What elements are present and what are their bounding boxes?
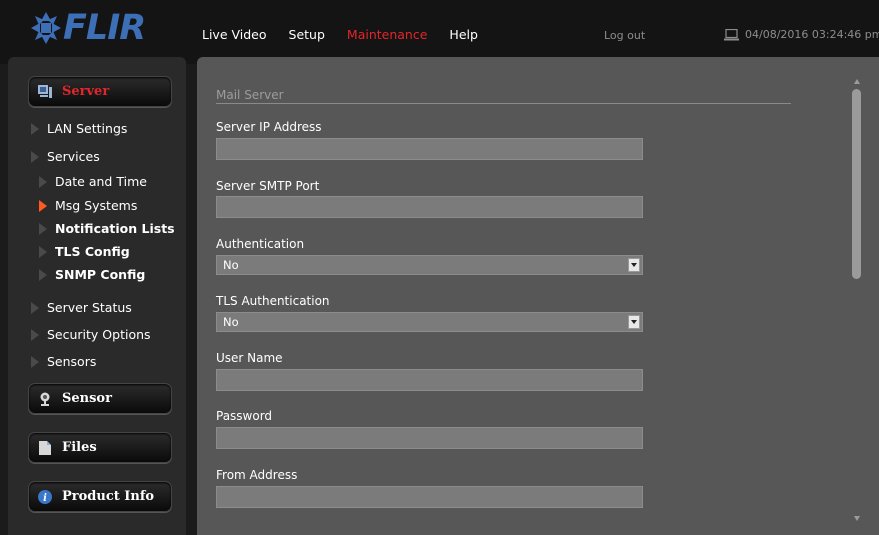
expand-arrow-icon bbox=[31, 301, 39, 314]
nav-setup[interactable]: Setup bbox=[289, 27, 325, 42]
top-nav: Live Video Setup Maintenance Help bbox=[202, 27, 500, 42]
sidebar-item-label: TLS Config bbox=[55, 244, 130, 259]
smtp-port-input[interactable] bbox=[216, 196, 643, 218]
sidebar-item-label: Security Options bbox=[47, 327, 151, 342]
sensor-button[interactable]: Sensor bbox=[28, 383, 172, 414]
expand-arrow-icon bbox=[31, 328, 39, 341]
password-input[interactable] bbox=[216, 427, 643, 449]
sidebar-item-label: Services bbox=[47, 149, 100, 164]
logout-link[interactable]: Log out bbox=[604, 29, 645, 42]
expand-arrow-icon bbox=[31, 122, 39, 135]
from-address-label: From Address bbox=[216, 468, 298, 482]
sidebar-item-label: SNMP Config bbox=[55, 267, 146, 282]
expand-arrow-icon bbox=[39, 245, 47, 258]
dropdown-arrow-icon[interactable] bbox=[628, 315, 640, 329]
server-button[interactable]: Server bbox=[28, 76, 172, 107]
sidebar-item-tls-config[interactable]: TLS Config bbox=[39, 244, 130, 259]
logo-text: FLIR bbox=[63, 8, 146, 48]
sidebar-item-notification-lists[interactable]: Notification Lists bbox=[39, 221, 175, 236]
scroll-down-arrow-icon[interactable] bbox=[854, 516, 860, 521]
sidebar-item-msg-systems[interactable]: Msg Systems bbox=[39, 198, 137, 213]
sensor-label: Sensor bbox=[62, 391, 112, 406]
tls-auth-select[interactable]: No bbox=[216, 312, 643, 332]
sidebar-item-label: Msg Systems bbox=[55, 198, 138, 213]
sidebar-item-snmp-config[interactable]: SNMP Config bbox=[39, 267, 145, 282]
expand-arrow-icon bbox=[31, 150, 39, 163]
files-button[interactable]: Files bbox=[28, 432, 172, 463]
username-input[interactable] bbox=[216, 369, 643, 391]
sidebar-item-label: Date and Time bbox=[55, 174, 147, 189]
tls-auth-label: TLS Authentication bbox=[216, 294, 330, 308]
sidebar-item-label: Server Status bbox=[47, 300, 132, 315]
main-panel: Mail Server Server IP Address Server SMT… bbox=[197, 57, 879, 535]
product-info-button[interactable]: i Product Info bbox=[28, 481, 172, 512]
scroll-thumb[interactable] bbox=[852, 89, 861, 279]
sidebar: Server LAN Settings Services Date and Ti… bbox=[8, 57, 186, 535]
expand-arrow-icon bbox=[39, 175, 47, 188]
from-address-input[interactable] bbox=[216, 486, 643, 508]
server-ip-input[interactable] bbox=[216, 138, 643, 160]
password-label: Password bbox=[216, 409, 273, 423]
sidebar-item-sensors[interactable]: Sensors bbox=[31, 354, 96, 369]
sidebar-item-security-options[interactable]: Security Options bbox=[31, 327, 151, 342]
sidebar-item-label: Notification Lists bbox=[55, 221, 175, 236]
smtp-port-label: Server SMTP Port bbox=[216, 179, 320, 193]
files-label: Files bbox=[62, 440, 97, 455]
laptop-icon bbox=[724, 28, 739, 40]
flir-logo-mark-icon bbox=[31, 12, 61, 44]
username-label: User Name bbox=[216, 351, 283, 365]
authentication-value: No bbox=[223, 258, 239, 272]
sidebar-item-services[interactable]: Services bbox=[31, 149, 100, 164]
section-divider bbox=[216, 103, 791, 104]
sidebar-item-lan-settings[interactable]: LAN Settings bbox=[31, 121, 127, 136]
flir-logo: FLIR bbox=[30, 8, 146, 48]
selected-arrow-icon bbox=[39, 199, 47, 212]
server-label: Server bbox=[62, 84, 110, 99]
sidebar-item-server-status[interactable]: Server Status bbox=[31, 300, 132, 315]
server-ip-label: Server IP Address bbox=[216, 120, 322, 134]
expand-arrow-icon bbox=[31, 355, 39, 368]
dropdown-arrow-icon[interactable] bbox=[628, 258, 640, 272]
nav-maintenance[interactable]: Maintenance bbox=[347, 27, 428, 42]
authentication-select[interactable]: No bbox=[216, 255, 643, 275]
authentication-label: Authentication bbox=[216, 237, 305, 251]
sidebar-item-label: Sensors bbox=[47, 354, 97, 369]
camera-icon bbox=[38, 392, 52, 406]
expand-arrow-icon bbox=[39, 268, 47, 281]
nav-live-video[interactable]: Live Video bbox=[202, 27, 267, 42]
expand-arrow-icon bbox=[39, 222, 47, 235]
datetime-display: 04/08/2016 03:24:46 pm bbox=[724, 28, 879, 41]
server-icon bbox=[38, 85, 52, 99]
info-icon: i bbox=[38, 489, 52, 504]
sidebar-item-label: LAN Settings bbox=[47, 121, 128, 136]
nav-help[interactable]: Help bbox=[449, 27, 478, 42]
sidebar-item-date-and-time[interactable]: Date and Time bbox=[39, 174, 147, 189]
tls-auth-value: No bbox=[223, 315, 239, 329]
product-info-label: Product Info bbox=[62, 489, 155, 504]
scroll-up-arrow-icon[interactable] bbox=[854, 79, 860, 84]
datetime-text: 04/08/2016 03:24:46 pm bbox=[745, 28, 879, 41]
file-icon bbox=[38, 440, 52, 455]
scrollbar[interactable] bbox=[850, 79, 864, 521]
header: FLIR Live Video Setup Maintenance Help L… bbox=[0, 0, 879, 64]
svg-text:i: i bbox=[43, 493, 47, 504]
section-title: Mail Server bbox=[216, 88, 284, 102]
